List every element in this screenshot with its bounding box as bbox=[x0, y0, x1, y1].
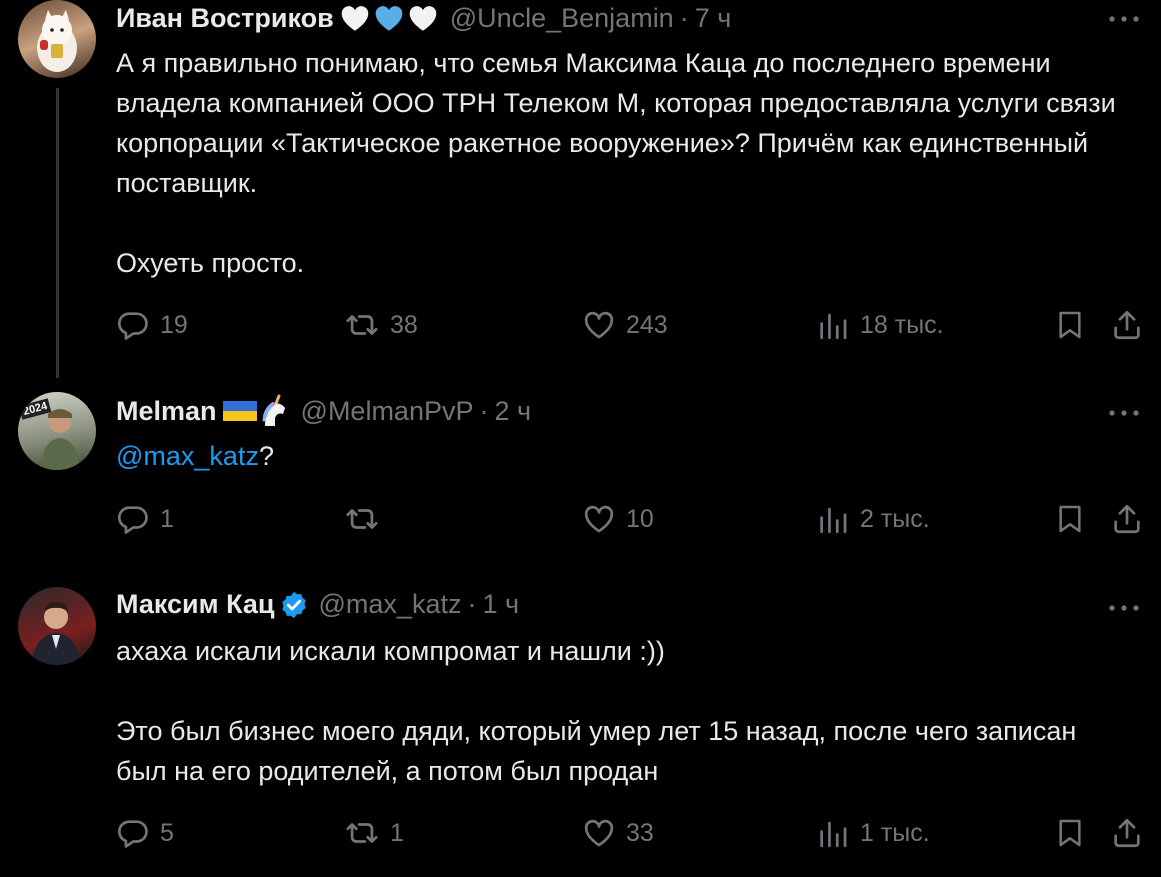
tweet-text: А я правильно понимаю, что семья Максима… bbox=[116, 48, 1116, 278]
ukraine-flag-icon bbox=[222, 401, 257, 421]
tweet-header: Максим Кац @max_katz · 1 ч bbox=[116, 589, 519, 620]
bookmark-icon bbox=[1054, 816, 1086, 850]
white-heart-icon bbox=[406, 2, 440, 34]
author-handle[interactable]: @Uncle_Benjamin bbox=[450, 3, 674, 34]
retweet-button[interactable]: 1 bbox=[344, 816, 404, 850]
reply-button[interactable]: 19 bbox=[116, 308, 188, 342]
tweet-max-katz[interactable]: Максим Кац @max_katz · 1 ч ахаха искали … bbox=[0, 585, 1161, 877]
reply-button[interactable]: 5 bbox=[116, 816, 174, 850]
like-count: 10 bbox=[626, 504, 654, 533]
reply-icon bbox=[116, 816, 150, 850]
retweet-button[interactable]: 38 bbox=[344, 308, 418, 342]
separator-dot: · bbox=[467, 589, 477, 619]
bookmark-icon bbox=[1054, 502, 1086, 536]
white-heart-icon bbox=[338, 2, 372, 34]
more-icon[interactable] bbox=[1107, 14, 1141, 24]
author-name[interactable]: Иван Востриков bbox=[116, 3, 334, 34]
retweet-icon bbox=[344, 308, 380, 342]
views-count: 1 тыс. bbox=[860, 818, 930, 847]
views-icon bbox=[816, 502, 850, 536]
name-emoji bbox=[279, 590, 309, 620]
reply-icon bbox=[116, 308, 150, 342]
tweet-header: Иван Востриков @Uncle_Benjamin · 7 ч bbox=[116, 2, 731, 34]
views-button[interactable]: 1 тыс. bbox=[816, 816, 930, 850]
views-button[interactable]: 18 тыс. bbox=[816, 308, 944, 342]
retweet-icon bbox=[344, 502, 380, 536]
reply-icon bbox=[116, 502, 150, 536]
share-icon bbox=[1110, 502, 1144, 536]
verified-badge-icon bbox=[281, 591, 306, 618]
retweet-count: 1 bbox=[390, 818, 404, 847]
action-bar: 19 38 243 18 тыс. bbox=[0, 308, 1161, 348]
views-icon bbox=[816, 308, 850, 342]
retweet-icon bbox=[344, 816, 380, 850]
avatar[interactable] bbox=[18, 0, 96, 78]
views-icon bbox=[816, 816, 850, 850]
timestamp[interactable]: 7 ч bbox=[695, 3, 732, 34]
like-count: 33 bbox=[626, 818, 654, 847]
avatar[interactable] bbox=[18, 587, 96, 665]
like-icon bbox=[582, 308, 616, 342]
avatar[interactable]: 2024 bbox=[18, 392, 96, 470]
action-bar: 5 1 33 1 тыс. bbox=[0, 816, 1161, 856]
more-icon[interactable] bbox=[1107, 408, 1141, 418]
tweet-text: @max_katz? bbox=[116, 436, 1116, 476]
like-count: 243 bbox=[626, 310, 668, 339]
author-name[interactable]: Максим Кац bbox=[116, 589, 275, 620]
share-icon bbox=[1110, 308, 1144, 342]
reply-button[interactable]: 1 bbox=[116, 502, 174, 536]
avatar-person bbox=[32, 601, 80, 665]
bookmark-button[interactable] bbox=[1054, 502, 1086, 536]
author-handle[interactable]: @max_katz bbox=[319, 589, 462, 620]
retweet-button[interactable] bbox=[344, 502, 390, 536]
tweet-melman[interactable]: 2024 Melman @MelmanPvP · 2 ч @max_katz? … bbox=[0, 390, 1161, 580]
tweet-header: Melman @MelmanPvP · 2 ч bbox=[116, 394, 531, 428]
tweet-ivan[interactable]: Иван Востриков @Uncle_Benjamin · 7 ч А я… bbox=[0, 0, 1161, 380]
avatar-cat-figure bbox=[37, 10, 77, 72]
like-button[interactable]: 33 bbox=[582, 816, 654, 850]
share-icon bbox=[1110, 816, 1144, 850]
author-name[interactable]: Melman bbox=[116, 396, 217, 427]
separator-dot: · bbox=[679, 2, 689, 33]
action-bar: 1 10 2 тыс. bbox=[0, 502, 1161, 542]
bookmark-button[interactable] bbox=[1054, 308, 1086, 342]
share-button[interactable] bbox=[1110, 502, 1144, 536]
views-count: 18 тыс. bbox=[860, 310, 944, 339]
tweet-text: ахаха искали искали компромат и нашли :)… bbox=[116, 636, 1077, 786]
like-icon bbox=[582, 816, 616, 850]
views-button[interactable]: 2 тыс. bbox=[816, 502, 930, 536]
like-button[interactable]: 10 bbox=[582, 502, 654, 536]
retweet-count: 38 bbox=[390, 310, 418, 339]
mention-link[interactable]: @max_katz bbox=[116, 441, 259, 471]
bookmark-button[interactable] bbox=[1054, 816, 1086, 850]
share-button[interactable] bbox=[1110, 816, 1144, 850]
timestamp[interactable]: 1 ч bbox=[482, 589, 519, 620]
reply-count: 19 bbox=[160, 310, 188, 339]
blue-heart-icon bbox=[372, 2, 406, 34]
like-icon bbox=[582, 502, 616, 536]
like-button[interactable]: 243 bbox=[582, 308, 668, 342]
views-count: 2 тыс. bbox=[860, 504, 930, 533]
bookmark-icon bbox=[1054, 308, 1086, 342]
share-button[interactable] bbox=[1110, 308, 1144, 342]
tweet-text-suffix: ? bbox=[258, 441, 274, 471]
separator-dot: · bbox=[479, 395, 489, 426]
timestamp[interactable]: 2 ч bbox=[495, 396, 532, 427]
author-handle[interactable]: @MelmanPvP bbox=[301, 396, 474, 427]
name-emoji bbox=[338, 2, 440, 34]
unicorn-icon bbox=[262, 394, 285, 426]
reply-count: 5 bbox=[160, 818, 174, 847]
reply-count: 1 bbox=[160, 504, 174, 533]
name-emoji bbox=[221, 394, 291, 428]
more-icon[interactable] bbox=[1107, 603, 1141, 613]
